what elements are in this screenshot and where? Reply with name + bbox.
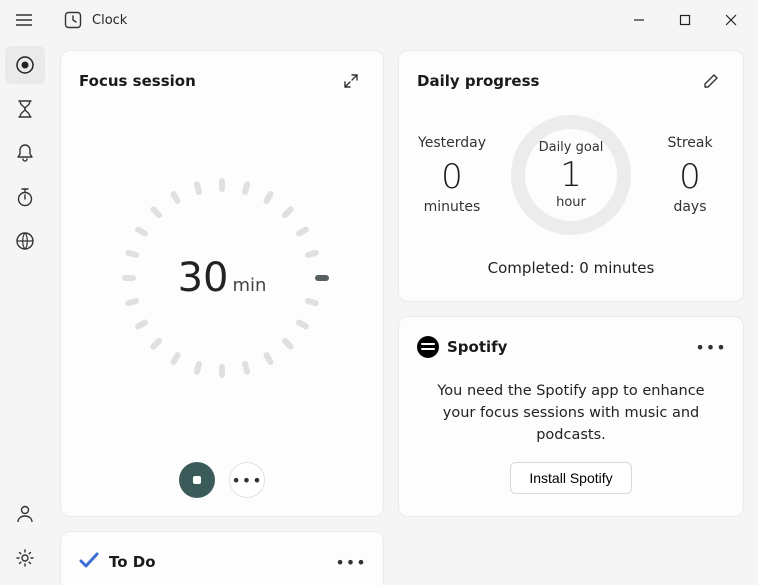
bell-icon — [16, 143, 34, 163]
stop-button[interactable] — [179, 462, 215, 498]
focus-sessions-icon — [15, 55, 35, 75]
spotify-card: Spotify ••• You need the Spotify app to … — [398, 316, 744, 517]
sidebar-item-focus-sessions[interactable] — [5, 46, 45, 84]
app-title: Clock — [92, 13, 127, 28]
stat-yesterday: Yesterday 0 minutes — [417, 135, 487, 215]
spotify-message: You need the Spotify app to enhance your… — [429, 381, 713, 446]
more-icon: ••• — [335, 553, 366, 572]
todo-check-icon — [79, 550, 99, 574]
sidebar-item-account[interactable] — [5, 495, 45, 533]
spotify-more-button[interactable]: ••• — [697, 333, 725, 361]
app-clock-icon — [64, 11, 82, 29]
minimize-button[interactable] — [616, 0, 662, 40]
titlebar: Clock — [0, 0, 758, 40]
sidebar — [0, 40, 50, 585]
hamburger-icon — [16, 14, 32, 26]
sidebar-item-timer[interactable] — [5, 90, 45, 128]
spotify-brand: Spotify — [417, 336, 507, 358]
globe-icon — [15, 231, 35, 251]
stopwatch-icon — [16, 187, 34, 207]
minimize-icon — [633, 14, 645, 26]
focus-session-title: Focus session — [79, 72, 196, 90]
maximize-icon — [679, 14, 691, 26]
todo-more-button[interactable]: ••• — [337, 548, 365, 576]
daily-goal-ring: Daily goal 1 hour — [511, 115, 631, 235]
stop-icon — [190, 473, 204, 487]
daily-progress-card: Daily progress Yesterday 0 minutes Dai — [398, 50, 744, 302]
todo-title: To Do — [109, 553, 156, 571]
sidebar-item-settings[interactable] — [5, 539, 45, 577]
gear-icon — [15, 548, 35, 568]
sidebar-item-alarm[interactable] — [5, 134, 45, 172]
collapse-icon — [343, 73, 359, 89]
close-icon — [725, 14, 737, 26]
edit-goal-button[interactable] — [697, 67, 725, 95]
account-icon — [16, 504, 34, 524]
daily-progress-title: Daily progress — [417, 72, 539, 90]
sidebar-item-stopwatch[interactable] — [5, 178, 45, 216]
hourglass-icon — [16, 99, 34, 119]
completed-text: Completed: 0 minutes — [417, 259, 725, 277]
install-spotify-button[interactable]: Install Spotify — [510, 462, 631, 494]
more-icon: ••• — [695, 338, 726, 357]
focus-duration: 30 min — [178, 255, 267, 301]
pencil-icon — [703, 73, 719, 89]
hamburger-menu-button[interactable] — [0, 0, 48, 40]
focus-duration-unit: min — [232, 275, 266, 296]
more-options-button[interactable]: ••• — [229, 462, 265, 498]
focus-dial[interactable]: 30 min — [112, 168, 332, 388]
spotify-logo-icon — [417, 336, 439, 358]
sidebar-item-world-clock[interactable] — [5, 222, 45, 260]
close-button[interactable] — [708, 0, 754, 40]
focus-session-card: Focus session 30 min — [60, 50, 384, 517]
collapse-button[interactable] — [337, 67, 365, 95]
maximize-button[interactable] — [662, 0, 708, 40]
more-icon: ••• — [231, 471, 262, 490]
stat-streak: Streak 0 days — [655, 135, 725, 215]
todo-card: To Do ••• — [60, 531, 384, 585]
focus-duration-value: 30 — [178, 255, 229, 301]
